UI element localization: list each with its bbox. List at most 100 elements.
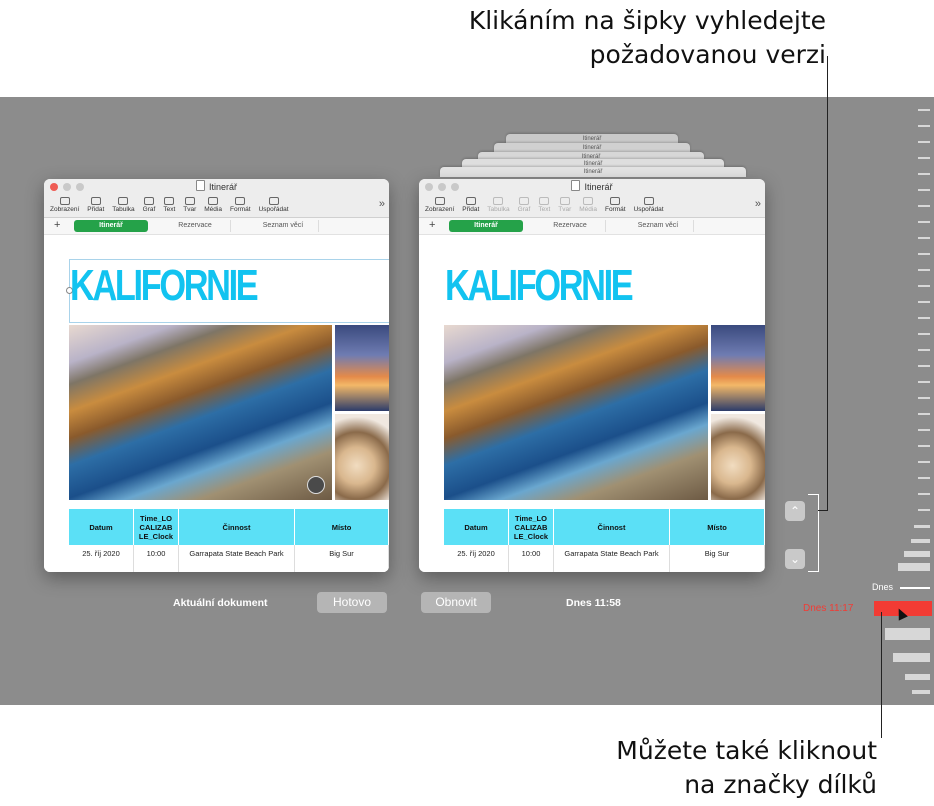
- timeline-tick[interactable]: [918, 173, 930, 175]
- toolbar-label: Text: [538, 206, 551, 213]
- sidebar-icon: [434, 197, 445, 205]
- toolbar-add[interactable]: Přidat: [83, 195, 108, 213]
- zoom-icon[interactable]: [76, 183, 84, 191]
- table-cell[interactable]: Garrapata State Beach Park: [179, 545, 295, 562]
- add-sheet-button[interactable]: +: [54, 218, 60, 233]
- table-cell[interactable]: [179, 562, 295, 572]
- timeline-tick[interactable]: [918, 157, 930, 159]
- top-callout-line-2: požadovanou verzi: [589, 40, 826, 69]
- timeline-tick[interactable]: [918, 365, 930, 367]
- timeline-tick[interactable]: [898, 563, 930, 571]
- table-header-cell[interactable]: Činnost: [179, 509, 295, 545]
- shape-icon: [184, 197, 195, 205]
- timeline-tick[interactable]: [911, 539, 930, 543]
- tab-seznam-veci: Seznam věcí: [623, 220, 694, 232]
- timeline-tick[interactable]: [918, 285, 930, 287]
- toolbar-view[interactable]: Zobrazení: [46, 195, 83, 213]
- sunset-photo[interactable]: [335, 325, 389, 411]
- table-cell[interactable]: Big Sur: [295, 545, 389, 562]
- bottom-callout: Můžete také kliknout na značky dílků: [616, 734, 877, 802]
- timeline-tick[interactable]: [918, 493, 930, 495]
- table-header-cell[interactable]: Time_LO CALIZAB LE_Clock: [134, 509, 179, 545]
- done-button[interactable]: Hotovo: [317, 592, 387, 613]
- timeline-tick[interactable]: [918, 205, 930, 207]
- timeline-tick[interactable]: [918, 253, 930, 255]
- timeline-tick[interactable]: [914, 525, 930, 528]
- table-cell[interactable]: 10:00: [134, 545, 179, 562]
- timeline-tick[interactable]: [912, 690, 930, 694]
- timeline-tick[interactable]: [918, 477, 930, 479]
- toolbar-media[interactable]: Média: [200, 195, 226, 213]
- toolbar-chart[interactable]: Graf: [139, 195, 160, 213]
- timeline-tick[interactable]: [918, 413, 930, 415]
- toolbar-arrange[interactable]: Uspořádat: [255, 195, 293, 213]
- more-icon[interactable]: »: [379, 198, 385, 210]
- timeline-tick[interactable]: [918, 349, 930, 351]
- timeline-tick[interactable]: [918, 317, 930, 319]
- version-window[interactable]: Itinerář Zobrazení Přidat Tabulka Graf T…: [419, 179, 765, 572]
- timeline-tick[interactable]: [900, 587, 930, 589]
- toolbar-label: Přidat: [462, 206, 480, 213]
- timeline-tick[interactable]: [885, 628, 930, 640]
- tab-rezervace[interactable]: Rezervace: [160, 220, 231, 232]
- previous-version-button[interactable]: ⌃: [785, 501, 805, 521]
- timeline-tick[interactable]: [918, 141, 930, 143]
- timeline-tick[interactable]: [918, 301, 930, 303]
- table-cell[interactable]: 25. říj 2020: [69, 545, 134, 562]
- table-cell[interactable]: [69, 562, 134, 572]
- table-cell[interactable]: [295, 562, 389, 572]
- toolbar-label: Formát: [604, 206, 626, 213]
- document-canvas[interactable]: KALIFORNIE Datum Time_LO CALIZAB LE_Cloc…: [44, 235, 389, 572]
- timeline-tick[interactable]: [918, 509, 930, 511]
- timeline-tick[interactable]: [905, 674, 930, 680]
- current-document-label: Aktuální dokument: [173, 597, 268, 609]
- timeline-tick[interactable]: [918, 445, 930, 447]
- table-cell[interactable]: [134, 562, 179, 572]
- stack-title: Itinerář: [582, 145, 602, 151]
- table-row: 25. říj 2020 10:00 Garrapata State Beach…: [444, 545, 765, 563]
- text-icon: [164, 197, 175, 205]
- toolbar-text[interactable]: Text: [159, 195, 179, 213]
- timeline-tick[interactable]: [918, 429, 930, 431]
- timeline-tick[interactable]: [918, 397, 930, 399]
- timeline-tick[interactable]: [904, 551, 930, 557]
- timeline-tick[interactable]: [893, 653, 930, 662]
- toolbar-label: Uspořádat: [633, 206, 664, 213]
- timeline-tick[interactable]: [918, 333, 930, 335]
- media-icon: [208, 197, 219, 205]
- timeline-tick[interactable]: [918, 237, 930, 239]
- table-header-cell[interactable]: Místo: [295, 509, 389, 545]
- table-cell: 10:00: [509, 545, 554, 562]
- toolbar-table[interactable]: Tabulka: [108, 195, 138, 213]
- shell-photo[interactable]: [335, 414, 389, 500]
- media-icon: [583, 197, 594, 205]
- timeline-tick[interactable]: [918, 381, 930, 383]
- stack-title: Itinerář: [583, 169, 603, 175]
- table-cell: [444, 562, 509, 572]
- tab-seznam-veci[interactable]: Seznam věcí: [248, 220, 319, 232]
- close-icon[interactable]: [50, 183, 58, 191]
- table-header-cell[interactable]: Datum: [69, 509, 134, 545]
- toolbar-arrange: Uspořádat: [630, 195, 668, 213]
- table-header-cell: Činnost: [554, 509, 670, 545]
- timeline-tick[interactable]: [918, 189, 930, 191]
- timeline-tick[interactable]: [918, 221, 930, 223]
- add-sheet-button: +: [429, 219, 436, 231]
- current-document-window[interactable]: Itinerář Zobrazení Přidat Tabulka Graf T…: [44, 179, 389, 572]
- timeline-tick[interactable]: [918, 461, 930, 463]
- document-heading[interactable]: KALIFORNIE: [70, 261, 259, 311]
- top-callout: Klikáním na šipky vyhledejte požadovanou…: [469, 4, 826, 72]
- tab-itinerar[interactable]: Itinerář: [74, 220, 148, 232]
- timeline-tick[interactable]: [918, 125, 930, 127]
- media-placeholder-icon[interactable]: [307, 476, 325, 494]
- sheet-tabs: + Itinerář Rezervace Seznam věcí: [44, 218, 389, 235]
- toolbar-shape[interactable]: Tvar: [179, 195, 200, 213]
- restore-button[interactable]: Obnovit: [421, 592, 491, 613]
- timeline-tick[interactable]: [918, 269, 930, 271]
- toolbar-format[interactable]: Formát: [226, 195, 255, 213]
- minimize-icon[interactable]: [63, 183, 71, 191]
- version-stack-item[interactable]: Itinerář: [440, 167, 746, 177]
- next-version-button[interactable]: ⌄: [785, 549, 805, 569]
- timeline-tick[interactable]: [918, 109, 930, 111]
- coast-photo[interactable]: [69, 325, 332, 500]
